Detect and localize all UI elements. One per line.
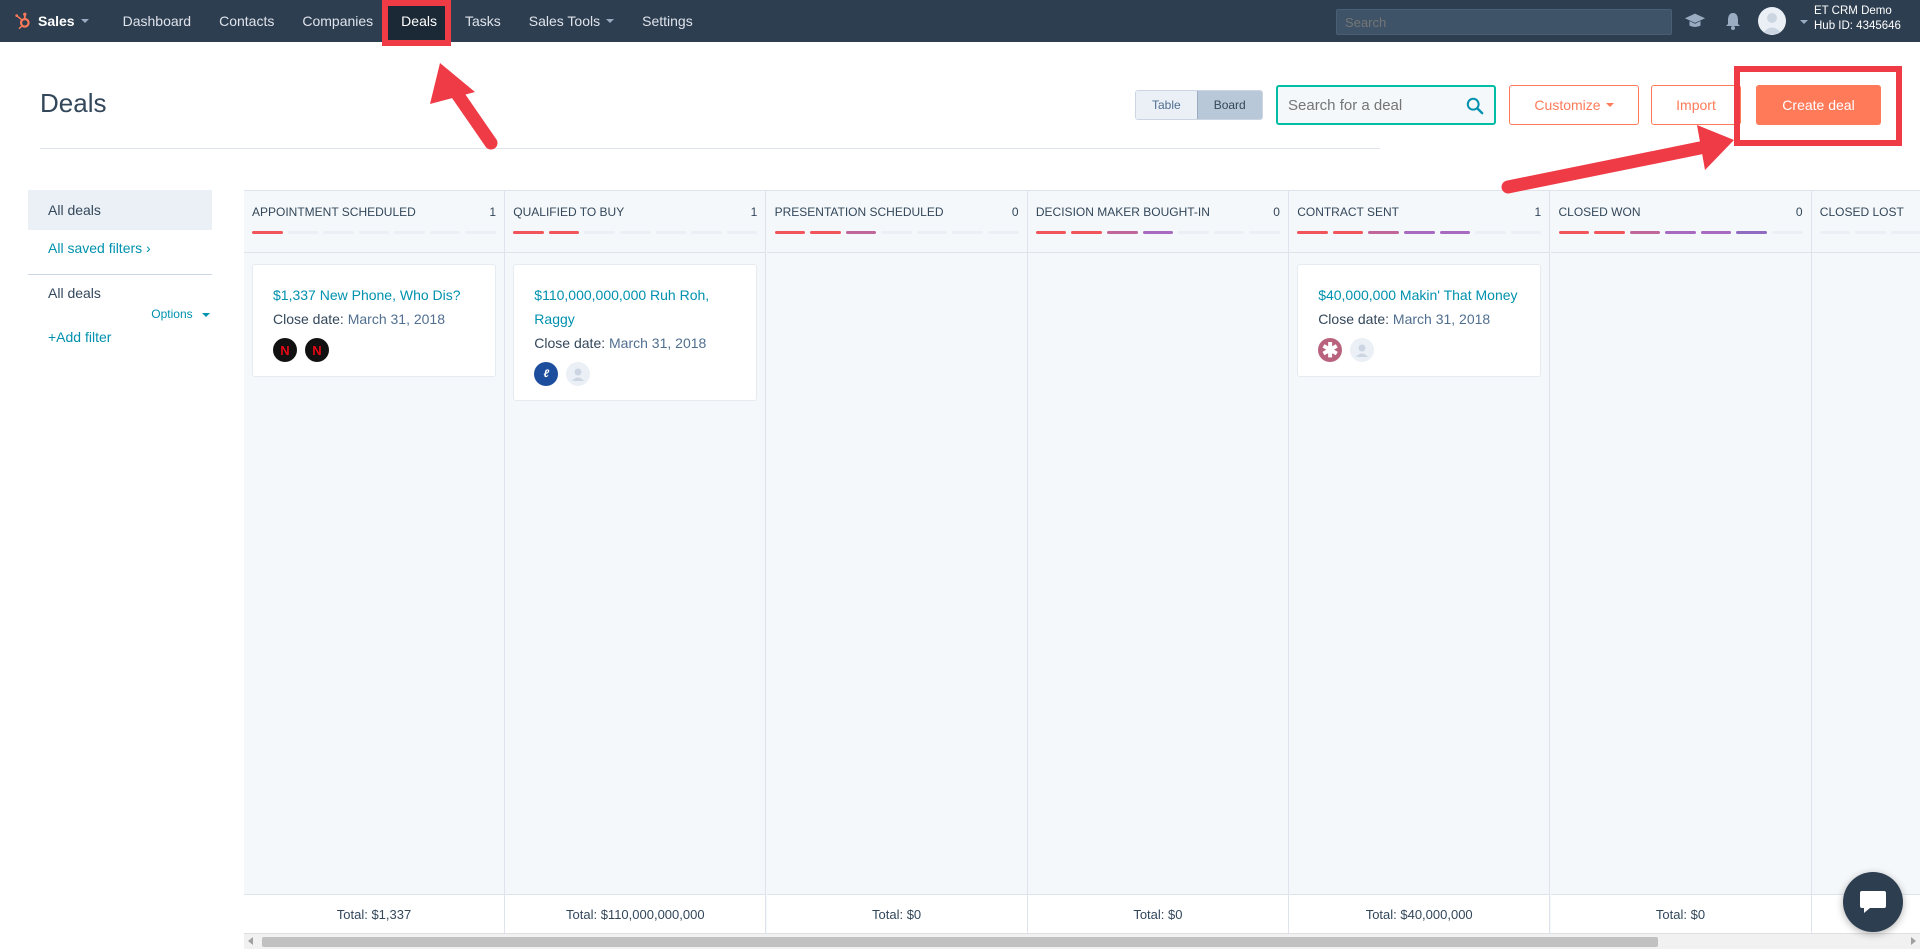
annotation-arrows [430, 63, 1734, 194]
arrow-to-create-deal [1501, 125, 1734, 194]
arrow-to-deals [430, 63, 498, 150]
